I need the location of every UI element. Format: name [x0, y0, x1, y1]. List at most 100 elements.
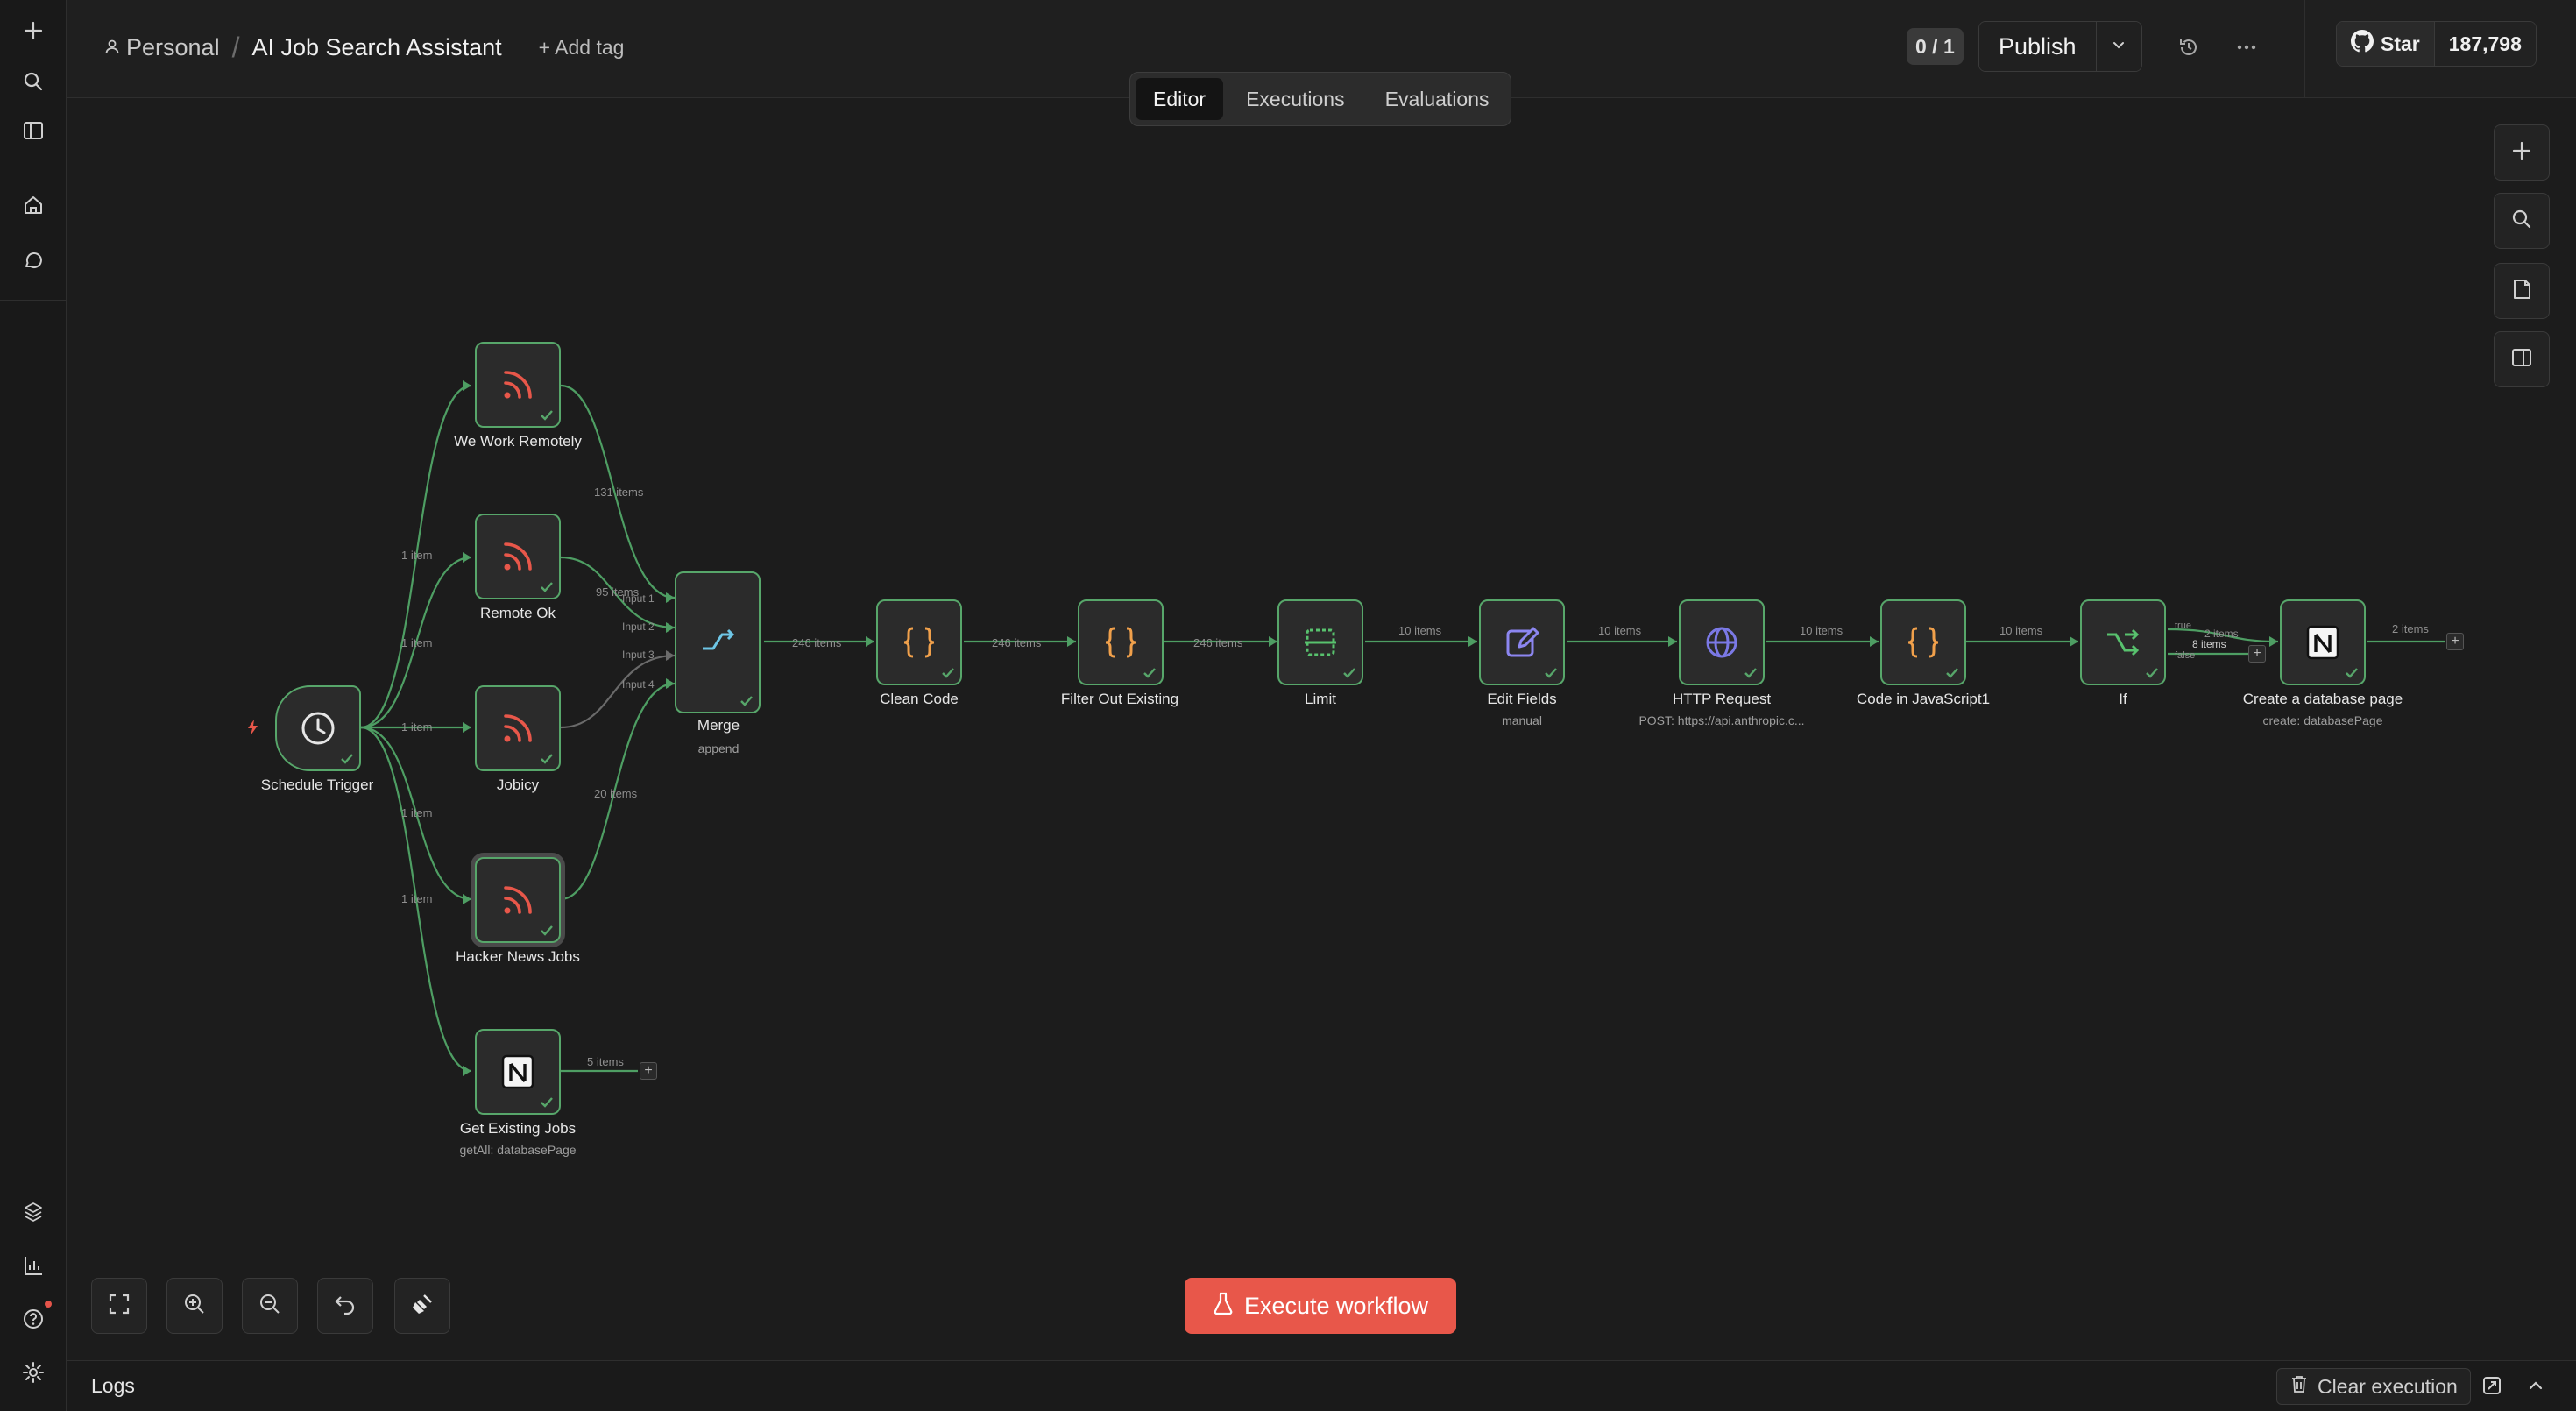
- edge-label: 246 items: [792, 636, 842, 649]
- view-tabs: Editor Executions Evaluations: [1129, 72, 1511, 126]
- fit-view-button[interactable]: [91, 1278, 147, 1334]
- workflow-canvas[interactable]: [67, 98, 2576, 1360]
- chevron-up-icon[interactable]: [2525, 1375, 2546, 1400]
- add-icon[interactable]: [17, 14, 50, 47]
- edge-label: 1 item: [401, 892, 433, 905]
- execute-workflow-button[interactable]: Execute workflow: [1185, 1278, 1456, 1334]
- node-edit-fields[interactable]: [1479, 599, 1565, 685]
- github-star-count[interactable]: 187,798: [2433, 22, 2536, 66]
- settings-icon[interactable]: [17, 1356, 50, 1389]
- trash-icon: [2289, 1374, 2309, 1399]
- edge-label: 10 items: [1800, 624, 1844, 637]
- side-panel-button[interactable]: [2494, 331, 2550, 387]
- node-merge[interactable]: [675, 571, 761, 713]
- sidebar-toggle-icon[interactable]: [17, 114, 50, 147]
- add-node-button[interactable]: +: [2446, 633, 2464, 650]
- fit-view-icon: [108, 1293, 131, 1320]
- node-subtitle: create: databasePage: [2262, 713, 2383, 727]
- node-label: Edit Fields: [1487, 691, 1557, 707]
- node-get-existing-jobs[interactable]: [475, 1029, 561, 1115]
- edge-label: 10 items: [1999, 624, 2043, 637]
- check-icon: [541, 1097, 553, 1108]
- edge-label: 131 items: [594, 486, 644, 499]
- edge-label: 246 items: [992, 636, 1042, 649]
- canvas-search-button[interactable]: [2494, 193, 2550, 249]
- user-icon: [103, 34, 121, 61]
- check-icon: [1343, 668, 1355, 678]
- check-icon: [541, 582, 553, 592]
- add-tag-button[interactable]: + Add tag: [539, 36, 625, 60]
- search-icon[interactable]: [17, 65, 50, 98]
- node-jobicy[interactable]: [475, 685, 561, 771]
- tab-evaluations[interactable]: Evaluations: [1368, 78, 1507, 120]
- help-icon[interactable]: [17, 1302, 50, 1336]
- publish-button[interactable]: Publish: [1979, 22, 2096, 71]
- edge-label: 246 items: [1193, 636, 1243, 649]
- project-link[interactable]: Personal: [126, 34, 220, 61]
- node-label: Clean Code: [880, 691, 959, 707]
- add-node-button[interactable]: +: [640, 1062, 657, 1080]
- github-star-button[interactable]: Star: [2337, 22, 2434, 66]
- check-icon: [740, 696, 753, 706]
- node-label: Schedule Trigger: [260, 776, 374, 793]
- merge-input-label: Input 3: [622, 649, 655, 661]
- left-rail: [0, 0, 67, 1411]
- add-node-button[interactable]: +: [2248, 645, 2266, 663]
- chat-icon[interactable]: [17, 244, 50, 277]
- node-hacker-news-jobs[interactable]: [475, 857, 561, 943]
- flask-icon: [1213, 1292, 1234, 1321]
- node-code-in-javascript[interactable]: [1880, 599, 1966, 685]
- node-schedule-trigger[interactable]: [275, 685, 361, 771]
- node-subtitle: getAll: databasePage: [459, 1143, 577, 1157]
- search-icon: [2510, 208, 2533, 235]
- check-icon: [1946, 668, 1958, 678]
- merge-icon: [676, 573, 759, 712]
- undo-button[interactable]: [317, 1278, 373, 1334]
- node-label: If: [2119, 691, 2127, 707]
- popout-icon[interactable]: [2481, 1375, 2502, 1400]
- check-icon: [1143, 668, 1156, 678]
- node-create-database-page[interactable]: [2280, 599, 2366, 685]
- node-label: Filter Out Existing: [1060, 691, 1179, 707]
- github-icon: [2351, 30, 2374, 58]
- divider: [2304, 0, 2305, 98]
- github-star-group[interactable]: Star 187,798: [2336, 21, 2537, 67]
- publish-dropdown-button[interactable]: [2095, 22, 2141, 71]
- node-http-request[interactable]: [1679, 599, 1765, 685]
- tab-executions[interactable]: Executions: [1228, 78, 1362, 120]
- home-icon[interactable]: [17, 188, 50, 222]
- node-label: Remote Ok: [480, 605, 556, 621]
- clear-execution-button[interactable]: Clear execution: [2276, 1368, 2471, 1405]
- zoom-out-button[interactable]: [242, 1278, 298, 1334]
- logs-title: Logs: [91, 1374, 135, 1397]
- more-options-icon[interactable]: [2229, 30, 2264, 65]
- logs-panel[interactable]: Logs Clear execution: [67, 1360, 2576, 1411]
- node-label: Limit: [1305, 691, 1336, 707]
- check-icon: [2346, 668, 2358, 678]
- active-counter[interactable]: 0 / 1: [1907, 28, 1964, 65]
- node-clean-code[interactable]: [876, 599, 962, 685]
- zoom-in-button[interactable]: [166, 1278, 223, 1334]
- node-we-work-remotely[interactable]: [475, 342, 561, 428]
- node-if[interactable]: [2080, 599, 2166, 685]
- history-icon[interactable]: [2171, 30, 2206, 65]
- add-node-panel-button[interactable]: [2494, 124, 2550, 181]
- check-icon: [541, 925, 553, 936]
- edge-label: 1 item: [401, 636, 433, 649]
- node-subtitle: append: [697, 741, 740, 755]
- node-filter-out-existing[interactable]: [1078, 599, 1164, 685]
- chevron-down-icon: [2110, 36, 2127, 58]
- tidy-up-button[interactable]: [394, 1278, 450, 1334]
- edge-label: 2 items: [2392, 622, 2429, 635]
- check-icon: [942, 668, 954, 678]
- tab-editor[interactable]: Editor: [1136, 78, 1224, 120]
- node-limit[interactable]: [1277, 599, 1363, 685]
- edge-label: 5 items: [587, 1055, 624, 1068]
- templates-icon[interactable]: [17, 1195, 50, 1229]
- node-label: Create a database page: [2242, 691, 2403, 707]
- edge-label: 8 items: [2192, 638, 2226, 650]
- insights-icon[interactable]: [17, 1249, 50, 1282]
- sticky-note-button[interactable]: [2494, 263, 2550, 319]
- workflow-title[interactable]: AI Job Search Assistant: [251, 34, 501, 61]
- node-remote-ok[interactable]: [475, 514, 561, 599]
